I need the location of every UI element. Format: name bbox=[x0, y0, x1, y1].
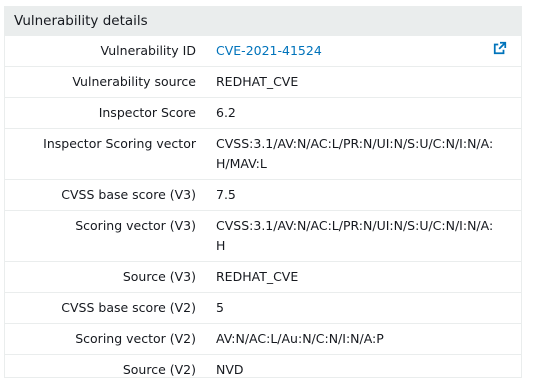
vulnerability-source-value: REDHAT_CVE bbox=[216, 74, 299, 89]
cvss-base-score-v2-value: 5 bbox=[216, 300, 224, 315]
source-v3-label: Source (V3) bbox=[122, 269, 196, 284]
scoring-vector-v2-value: AV:N/AC:L/Au:N/C:N/I:N/A:P bbox=[216, 331, 384, 346]
source-v2-label: Source (V2) bbox=[122, 362, 196, 377]
detail-row-source-v3: Source (V3) REDHAT_CVE bbox=[5, 262, 521, 293]
external-link-icon[interactable] bbox=[493, 41, 507, 55]
detail-row-scoring-vector-v2: Scoring vector (V2) AV:N/AC:L/Au:N/C:N/I… bbox=[5, 324, 521, 355]
scoring-vector-v2-label: Scoring vector (V2) bbox=[75, 331, 196, 346]
cvss-base-score-v2-label: CVSS base score (V2) bbox=[61, 300, 196, 315]
cvss-base-score-v3-label: CVSS base score (V3) bbox=[61, 187, 196, 202]
detail-row-scoring-vector-v3: Scoring vector (V3) CVSS:3.1/AV:N/AC:L/P… bbox=[5, 211, 521, 262]
detail-row-vulnerability-source: Vulnerability source REDHAT_CVE bbox=[5, 67, 521, 98]
inspector-scoring-vector-label: Inspector Scoring vector bbox=[43, 136, 196, 151]
detail-row-inspector-score: Inspector Score 6.2 bbox=[5, 98, 521, 129]
detail-row-cvss-base-score-v2: CVSS base score (V2) 5 bbox=[5, 293, 521, 324]
vulnerability-id-value: CVE-2021-41524 bbox=[206, 41, 507, 66]
detail-row-inspector-scoring-vector: Inspector Scoring vector CVSS:3.1/AV:N/A… bbox=[5, 129, 521, 180]
vulnerability-source-label: Vulnerability source bbox=[72, 74, 196, 89]
detail-row-cvss-base-score-v3: CVSS base score (V3) 7.5 bbox=[5, 180, 521, 211]
inspector-score-value: 6.2 bbox=[216, 105, 236, 120]
detail-row-source-v2: Source (V2) NVD bbox=[5, 355, 521, 386]
scoring-vector-v3-value: CVSS:3.1/AV:N/AC:L/PR:N/UI:N/S:U/C:N/I:N… bbox=[216, 218, 494, 253]
inspector-score-label: Inspector Score bbox=[98, 105, 196, 120]
source-v3-value: REDHAT_CVE bbox=[216, 269, 299, 284]
details-list: Vulnerability ID CVE-2021-41524 Vulnerab… bbox=[5, 36, 521, 386]
cvss-base-score-v3-value: 7.5 bbox=[216, 187, 236, 202]
panel-title: Vulnerability details bbox=[5, 6, 521, 36]
detail-row-vulnerability-id: Vulnerability ID CVE-2021-41524 bbox=[5, 36, 521, 67]
scoring-vector-v3-label: Scoring vector (V3) bbox=[75, 218, 196, 233]
inspector-scoring-vector-value: CVSS:3.1/AV:N/AC:L/PR:N/UI:N/S:U/C:N/I:N… bbox=[216, 136, 494, 171]
vulnerability-id-label: Vulnerability ID bbox=[100, 43, 196, 58]
vulnerability-id-link[interactable]: CVE-2021-41524 bbox=[216, 43, 322, 58]
vulnerability-details-panel: Vulnerability details Vulnerability ID C… bbox=[4, 6, 522, 378]
source-v2-value: NVD bbox=[216, 362, 244, 377]
